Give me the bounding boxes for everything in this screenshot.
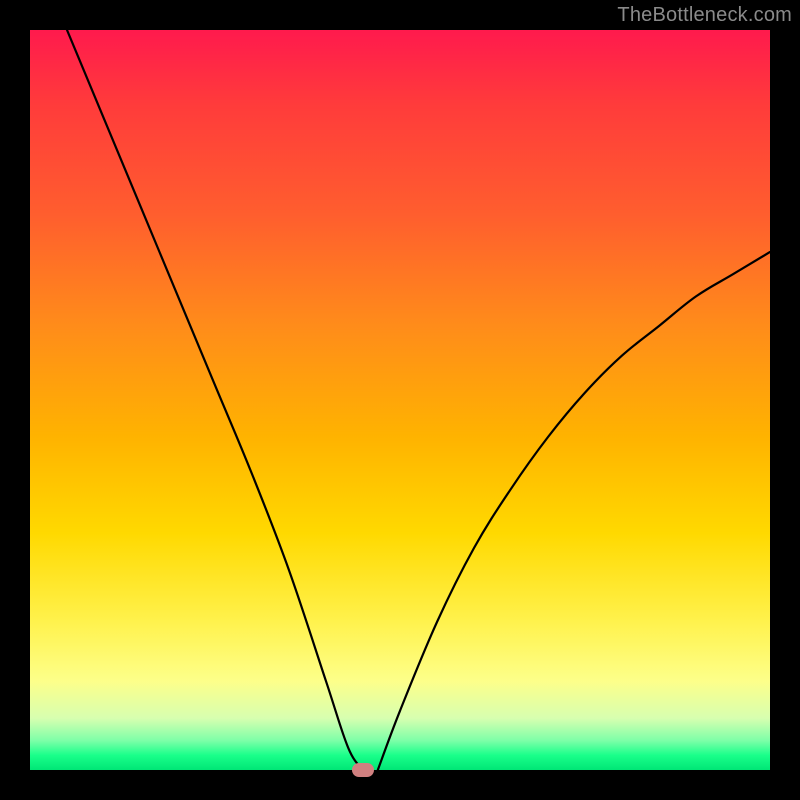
bottleneck-curve-right <box>378 252 770 770</box>
chart-frame: TheBottleneck.com <box>0 0 800 800</box>
plot-area <box>30 30 770 770</box>
bottleneck-curve-left <box>67 30 363 770</box>
optimum-marker <box>352 763 374 777</box>
curve-svg <box>30 30 770 770</box>
watermark-text: TheBottleneck.com <box>617 4 792 27</box>
